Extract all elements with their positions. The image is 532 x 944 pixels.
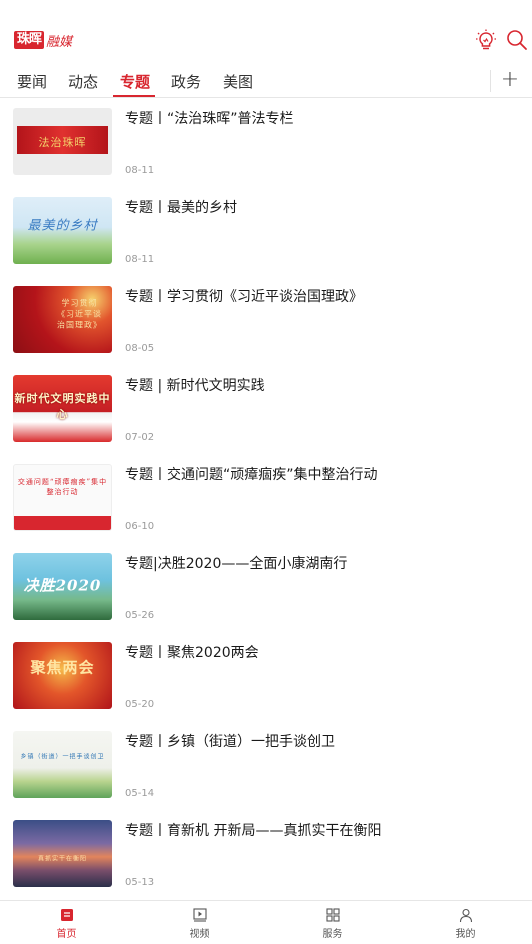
list-item[interactable]: 新时代文明实践中心 专题 | 新时代文明实践 07-02 [0, 366, 532, 455]
logo-mark: 珠晖 [14, 31, 45, 49]
tab-zhuanti[interactable]: 专题 [120, 71, 150, 97]
bottom-navigation: 首页 视频 服务 我的 [0, 900, 532, 944]
list-item[interactable]: 聚焦两会 专题丨聚焦2020两会 05-20 [0, 633, 532, 722]
article-thumbnail: 聚焦两会 [13, 642, 112, 709]
nav-home[interactable]: 首页 [0, 901, 133, 944]
search-icon[interactable] [505, 28, 529, 52]
add-channel-button[interactable]: + [500, 66, 520, 94]
grid-icon [325, 908, 340, 922]
article-thumbnail: 最美的乡村 [13, 197, 112, 264]
video-icon [192, 908, 207, 922]
list-item[interactable]: 真抓实干在衡阳 专题丨育新机 开新局——真抓实干在衡阳 05-13 [0, 811, 532, 900]
article-date: 07-02 [125, 432, 155, 443]
article-date: 08-11 [125, 165, 155, 176]
article-title: 专题丨最美的乡村 [125, 200, 237, 216]
lightbulb-icon[interactable] [474, 28, 498, 52]
app-header: 珠晖 融媒 [0, 0, 532, 66]
list-item[interactable]: 学习贯彻《习近平谈治国理政》 专题丨学习贯彻《习近平谈治国理政》 08-05 [0, 277, 532, 366]
article-date: 06-10 [125, 521, 155, 532]
article-title: 专题丨学习贯彻《习近平谈治国理政》 [125, 289, 363, 305]
article-date: 08-11 [125, 254, 155, 265]
article-title: 专题|决胜2020——全面小康湖南行 [125, 556, 348, 572]
article-title: 专题丨交通问题“顽瘴痼疾”集中整治行动 [125, 467, 378, 483]
logo-text: 融媒 [46, 34, 73, 50]
nav-label: 服务 [322, 929, 343, 940]
nav-service[interactable]: 服务 [266, 901, 399, 944]
nav-mine[interactable]: 我的 [399, 901, 532, 944]
user-icon [459, 908, 472, 923]
nav-label: 我的 [455, 929, 476, 940]
tab-divider [490, 70, 491, 92]
article-date: 05-14 [125, 788, 155, 799]
tab-yaowen[interactable]: 要闻 [17, 71, 47, 97]
active-tab-indicator [113, 95, 155, 97]
tab-zhengwu[interactable]: 政务 [171, 71, 201, 97]
article-date: 05-26 [125, 610, 155, 621]
article-title: 专题丨“法治珠晖”普法专栏 [125, 111, 294, 127]
app-logo: 珠晖 融媒 [14, 30, 72, 50]
article-thumbnail: 交通问题“顽瘴痼疾”集中整治行动 [13, 464, 112, 531]
article-thumbnail: 新时代文明实践中心 [13, 375, 112, 442]
article-thumbnail: 决胜2020 [13, 553, 112, 620]
tab-meitu[interactable]: 美图 [223, 71, 253, 97]
home-icon [60, 909, 73, 921]
nav-label: 视频 [189, 929, 210, 940]
nav-video[interactable]: 视频 [133, 901, 266, 944]
article-thumbnail: 法治珠晖 [13, 108, 112, 175]
article-title: 专题丨育新机 开新局——真抓实干在衡阳 [125, 823, 382, 839]
list-item[interactable]: 乡镇（街道）一把手谈创卫 专题丨乡镇（街道）一把手谈创卫 05-14 [0, 722, 532, 811]
article-title: 专题丨乡镇（街道）一把手谈创卫 [125, 734, 335, 750]
list-item[interactable]: 最美的乡村 专题丨最美的乡村 08-11 [0, 188, 532, 277]
list-item[interactable]: 法治珠晖 专题丨“法治珠晖”普法专栏 08-11 [0, 99, 532, 188]
article-thumbnail: 真抓实干在衡阳 [13, 820, 112, 887]
article-thumbnail: 学习贯彻《习近平谈治国理政》 [13, 286, 112, 353]
article-date: 05-20 [125, 699, 155, 710]
tab-dongtai[interactable]: 动态 [68, 71, 98, 97]
nav-label: 首页 [56, 929, 77, 940]
list-item[interactable]: 交通问题“顽瘴痼疾”集中整治行动 专题丨交通问题“顽瘴痼疾”集中整治行动 06-… [0, 455, 532, 544]
article-title: 专题 | 新时代文明实践 [125, 378, 265, 394]
channel-tabs: 要闻 动态 专题 政务 美图 + [0, 66, 532, 98]
article-title: 专题丨聚焦2020两会 [125, 645, 259, 661]
article-thumbnail: 乡镇（街道）一把手谈创卫 [13, 731, 112, 798]
article-date: 08-05 [125, 343, 155, 354]
article-date: 05-13 [125, 877, 155, 888]
list-item[interactable]: 决胜2020 专题|决胜2020——全面小康湖南行 05-26 [0, 544, 532, 633]
